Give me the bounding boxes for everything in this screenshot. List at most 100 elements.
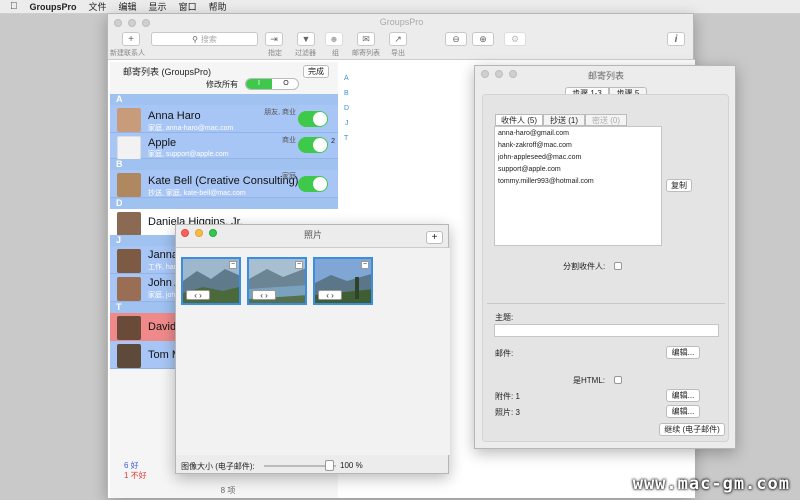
attachments-label: 附件: 1: [495, 392, 520, 401]
modify-all-on[interactable]: I: [246, 79, 272, 89]
done-button[interactable]: 完成: [303, 65, 329, 78]
photo-thumbnail[interactable]: − ‹ ›: [313, 257, 373, 305]
image-size-value: 100 %: [340, 461, 363, 470]
tab-bcc[interactable]: 密送 (0): [585, 114, 627, 126]
remove-photo-icon[interactable]: −: [295, 261, 303, 269]
contact-groups: 家庭: [282, 173, 296, 180]
contact-groups: 朋友, 商业: [264, 109, 296, 116]
add-photo-button[interactable]: +: [426, 231, 443, 244]
slider-knob[interactable]: [324, 460, 334, 471]
menu-edit[interactable]: 编辑: [119, 0, 137, 13]
avatar: [117, 136, 141, 160]
modify-all-off[interactable]: O: [273, 79, 298, 89]
search-placeholder: 搜索: [200, 34, 217, 44]
split-recipients-checkbox[interactable]: [614, 262, 622, 270]
index-letter[interactable]: B: [344, 90, 349, 97]
index-letter[interactable]: T: [344, 135, 348, 142]
contact-row[interactable]: Apple 家庭, support@apple.com 商业 2: [110, 133, 338, 160]
contact-detail: 家庭, anna-haro@mac.com: [148, 125, 234, 132]
menu-view[interactable]: 显示: [149, 0, 167, 13]
remove-photo-icon[interactable]: −: [361, 261, 369, 269]
section-header-b: B: [110, 159, 338, 170]
email-item[interactable]: anna-haro@gmail.com: [495, 128, 661, 140]
include-toggle[interactable]: [298, 137, 328, 153]
subject-field[interactable]: [494, 324, 719, 337]
assign-button[interactable]: ⇥: [265, 32, 283, 46]
photos-label: 照片: 3: [495, 408, 520, 417]
contact-row[interactable]: Kate Bell (Creative Consulting) 抄送, 家庭, …: [110, 170, 338, 198]
reorder-arrows-icon[interactable]: ‹ ›: [186, 290, 210, 300]
export-button[interactable]: ↗: [389, 32, 407, 46]
mailing-list-button[interactable]: ✉: [357, 32, 375, 46]
app-menu[interactable]: GroupsPro: [30, 2, 77, 12]
divider: [487, 303, 725, 304]
include-toggle[interactable]: [298, 111, 328, 127]
watermark-text: www.mac-gm.com: [632, 474, 790, 494]
image-size-slider[interactable]: [264, 460, 336, 471]
include-toggle[interactable]: [298, 176, 328, 192]
search-input[interactable]: ⚲ 搜索: [151, 32, 258, 46]
subject-label: 主题:: [495, 313, 514, 322]
email-item[interactable]: john-appleseed@mac.com: [495, 152, 661, 164]
contact-name: Kate Bell (Creative Consulting): [148, 175, 299, 187]
index-letter[interactable]: J: [345, 120, 349, 127]
is-html-checkbox[interactable]: [614, 376, 622, 384]
photos-window: 照片 + − ‹ › − ‹ › − ‹ › 图像大小 (电子邮件): 100 …: [175, 224, 450, 474]
filter-label: 过滤器: [295, 50, 316, 57]
email-item[interactable]: hank-zakroff@mac.com: [495, 140, 661, 152]
contact-name: Anna Haro: [148, 110, 201, 122]
tab-recipients[interactable]: 收件人 (5): [495, 114, 543, 126]
zoom-out-button[interactable]: ⊖: [445, 32, 467, 46]
avatar: [117, 277, 141, 301]
menu-window[interactable]: 窗口: [179, 0, 197, 13]
assign-label: 指定: [268, 50, 282, 57]
modify-all-toggle[interactable]: I O: [245, 78, 299, 90]
window-title: 照片: [303, 230, 322, 240]
new-contact-button[interactable]: +: [122, 32, 140, 46]
edit-photos-button[interactable]: 编辑...: [666, 405, 700, 418]
avatar: [117, 108, 141, 132]
summary-bad: 1 不好: [124, 471, 147, 480]
apple-menu-icon[interactable]: : [10, 1, 18, 12]
recipient-list[interactable]: anna-haro@gmail.com hank-zakroff@mac.com…: [494, 126, 662, 246]
filter-icon: ▼: [301, 34, 311, 44]
menu-file[interactable]: 文件: [89, 0, 107, 13]
mailing-list-label: 邮寄列表: [352, 50, 380, 57]
reorder-arrows-icon[interactable]: ‹ ›: [318, 290, 342, 300]
zoom-out-icon: ⊖: [452, 33, 460, 44]
mailing-list-window: 邮寄列表 步骤 1-3 步骤 5 收件人 (5) 抄送 (1) 密送 (0) a…: [474, 65, 736, 449]
tab-cc[interactable]: 抄送 (1): [543, 114, 585, 126]
modify-all-label: 修改所有: [206, 80, 238, 89]
envelope-icon: ✉: [362, 33, 370, 44]
contact-name: Apple: [148, 137, 177, 149]
contact-row[interactable]: Anna Haro 家庭, anna-haro@mac.com 朋友, 商业: [110, 105, 338, 133]
avatar: [117, 249, 141, 273]
avatar: [117, 212, 141, 236]
edit-attachments-button[interactable]: 编辑...: [666, 389, 700, 402]
contact-detail: 家庭, support@apple.com: [148, 151, 229, 158]
avatar: [117, 316, 141, 340]
info-button[interactable]: i: [667, 32, 685, 46]
zoom-in-button[interactable]: ⊕: [472, 32, 494, 46]
email-item[interactable]: support@apple.com: [495, 164, 661, 176]
photo-thumbnail[interactable]: − ‹ ›: [247, 257, 307, 305]
split-recipients-label: 分割收件人:: [563, 262, 606, 271]
avatar: [117, 173, 141, 197]
email-item[interactable]: tommy.miller993@hotmail.com: [495, 176, 661, 188]
contact-detail: 抄送, 家庭, kate-bell@mac.com: [148, 190, 246, 197]
index-letter[interactable]: D: [344, 105, 349, 112]
reorder-arrows-icon[interactable]: ‹ ›: [252, 290, 276, 300]
copy-button[interactable]: 复制: [666, 179, 692, 192]
remove-photo-icon[interactable]: −: [229, 261, 237, 269]
zoom-in-icon: ⊕: [479, 33, 487, 44]
settings-button[interactable]: ⚙: [504, 32, 526, 46]
menu-bar:  GroupsPro 文件 编辑 显示 窗口 帮助: [0, 0, 800, 14]
photo-thumbnail[interactable]: − ‹ ›: [181, 257, 241, 305]
filter-button[interactable]: ▼: [297, 32, 315, 46]
section-header-d: D: [110, 198, 338, 209]
menu-help[interactable]: 帮助: [209, 0, 227, 13]
index-letter[interactable]: A: [344, 75, 349, 82]
group-button[interactable]: ☻: [325, 32, 343, 46]
continue-email-button[interactable]: 继续 (电子邮件): [659, 423, 725, 436]
edit-body-button[interactable]: 编辑...: [666, 346, 700, 359]
